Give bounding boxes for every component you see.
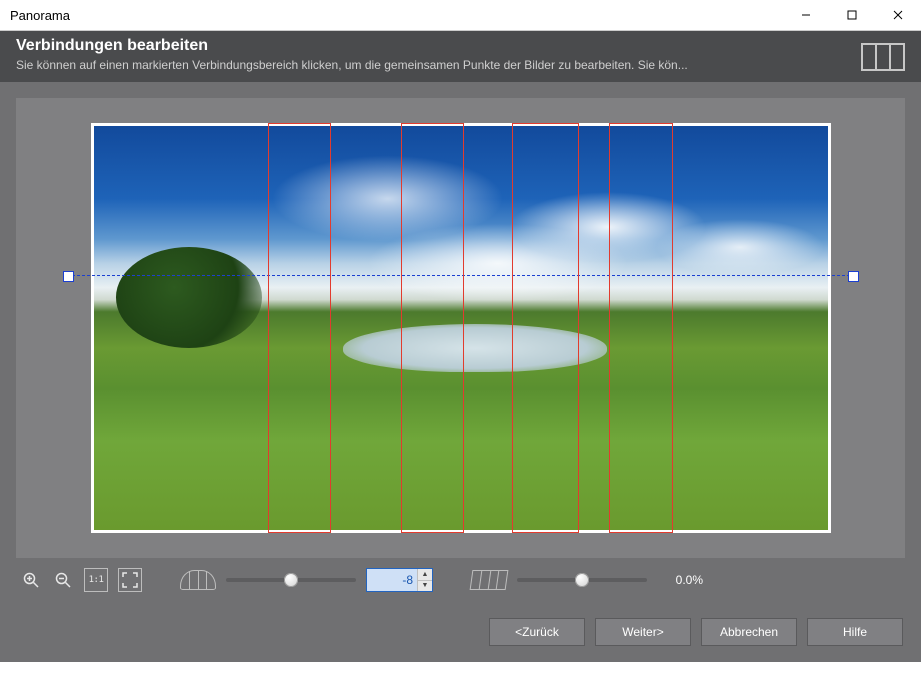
help-button[interactable]: Hilfe	[807, 618, 903, 646]
curvature-icon	[180, 570, 216, 590]
zoom-out-button[interactable]	[52, 569, 74, 591]
curvature-step-up[interactable]: ▲	[418, 569, 432, 581]
tilt-icon	[470, 570, 509, 590]
back-button[interactable]: <Zurück	[489, 618, 585, 646]
curvature-input[interactable]	[367, 569, 417, 591]
tilt-slider-thumb[interactable]	[575, 573, 589, 587]
wizard-header: Verbindungen bearbeiten Sie können auf e…	[0, 31, 921, 82]
tilt-slider[interactable]	[517, 578, 647, 582]
window-minimize-button[interactable]	[783, 0, 829, 30]
window-title: Panorama	[0, 8, 783, 23]
curvature-spinbox[interactable]: ▲ ▼	[366, 568, 433, 592]
page-title: Verbindungen bearbeiten	[16, 37, 861, 55]
horizon-handle-left[interactable]	[63, 271, 74, 282]
horizon-guide[interactable]	[67, 275, 855, 276]
curvature-slider[interactable]	[226, 578, 356, 582]
fit-screen-button[interactable]	[118, 568, 142, 592]
window-maximize-button[interactable]	[829, 0, 875, 30]
next-button[interactable]: Weiter>	[595, 618, 691, 646]
curvature-step-down[interactable]: ▼	[418, 581, 432, 592]
page-subtitle: Sie können auf einen markierten Verbindu…	[16, 58, 776, 72]
wizard-footer: <Zurück Weiter> Abbrechen Hilfe	[0, 608, 921, 662]
zoom-in-button[interactable]	[20, 569, 42, 591]
filmstrip-icon	[861, 43, 905, 71]
window-titlebar: Panorama	[0, 0, 921, 31]
tilt-value: 0.0%	[657, 573, 703, 587]
horizon-handle-right[interactable]	[848, 271, 859, 282]
curvature-slider-thumb[interactable]	[284, 573, 298, 587]
preview-viewport[interactable]	[16, 98, 905, 558]
actual-size-label: 1:1	[89, 575, 104, 585]
window-close-button[interactable]	[875, 0, 921, 30]
panorama-canvas[interactable]	[91, 123, 831, 533]
preview-toolbar: 1:1 ▲ ▼ 0.0%	[16, 558, 905, 592]
panorama-image	[94, 126, 828, 530]
wizard-body: 1:1 ▲ ▼ 0.0%	[0, 82, 921, 608]
cancel-button[interactable]: Abbrechen	[701, 618, 797, 646]
actual-size-button[interactable]: 1:1	[84, 568, 108, 592]
